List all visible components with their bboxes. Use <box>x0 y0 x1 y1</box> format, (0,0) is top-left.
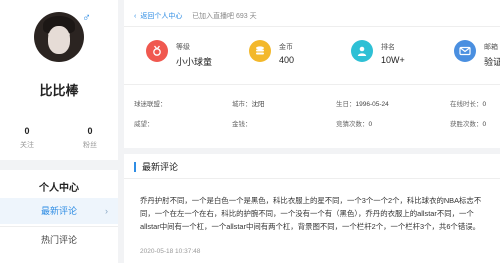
info-value: 1996-05-24 <box>355 101 389 108</box>
info-label: 城市： <box>232 101 252 108</box>
info-city: 城市：沈阳 <box>232 98 265 108</box>
follow-count: 0 <box>24 126 30 136</box>
info-value: 0 <box>482 101 487 108</box>
metric-value: 10W+ <box>381 55 405 65</box>
info-guess-count: 竞猜次数：0 <box>336 118 372 128</box>
metric-value: 验证 <box>484 57 500 67</box>
personal-center-menu: 个人中心 最新评论 › 热门评论 <box>0 170 118 263</box>
info-value: 0 <box>482 121 487 128</box>
info-label: 球迷联盟： <box>134 101 167 108</box>
chevron-left-icon: ‹ <box>134 13 137 20</box>
left-sidebar: ♂ 比比棒 0 关注 0 粉丝 个人中心 最新评论 › 热门评论 <box>0 0 118 263</box>
info-label: 获胜次数： <box>450 121 483 128</box>
joined-days: 已加入直播吧 693 天 <box>192 13 257 20</box>
coin-stack-icon <box>249 40 271 62</box>
divider <box>124 178 500 179</box>
info-label: 生日： <box>336 101 356 108</box>
info-value: 0 <box>368 121 373 128</box>
info-online-time: 在线时长：0 <box>450 98 486 108</box>
menu-title: 个人中心 <box>39 183 79 194</box>
metric-label: 排名 <box>381 44 395 51</box>
section-title: 最新评论 <box>134 162 178 172</box>
avatar-face <box>48 26 70 54</box>
divider <box>124 26 500 27</box>
metric-label: 金币 <box>279 44 293 51</box>
fans-stat[interactable]: 0 粉丝 <box>70 126 110 150</box>
mail-icon <box>454 40 476 62</box>
info-value: 沈阳 <box>251 101 265 108</box>
info-league: 球迷联盟： <box>134 98 167 108</box>
info-label: 竞猜次数： <box>336 121 369 128</box>
profile-overview-card: ‹ 返回个人中心 已加入直播吧 693 天 等级 小小球童 金币 400 排名 … <box>124 0 500 148</box>
follow-label: 关注 <box>20 142 34 149</box>
info-label: 威望： <box>134 121 154 128</box>
follow-stat[interactable]: 0 关注 <box>7 126 47 150</box>
fans-count: 0 <box>87 126 93 136</box>
medal-icon <box>146 40 168 62</box>
profile-card: ♂ 比比棒 0 关注 0 粉丝 <box>0 0 118 160</box>
comment-text[interactable]: 乔丹护肘不同，一个是白色一个是黑色，科比衣服上的星不同，一个3个一个2个，科比球… <box>140 194 490 233</box>
back-to-center-link[interactable]: ‹ 返回个人中心 <box>134 11 182 21</box>
info-birthday: 生日：1996-05-24 <box>336 98 389 108</box>
menu-item-hot-comments[interactable]: 热门评论 <box>0 226 118 252</box>
main-content: ‹ 返回个人中心 已加入直播吧 693 天 等级 小小球童 金币 400 排名 … <box>124 0 500 263</box>
menu-item-label: 热门评论 <box>40 235 77 245</box>
divider <box>124 84 500 85</box>
metric-label: 等级 <box>176 44 190 51</box>
user-rank-icon <box>351 40 373 62</box>
metric-value: 小小球童 <box>176 57 213 67</box>
info-label: 金钱： <box>232 121 252 128</box>
info-win-count: 获胜次数：0 <box>450 118 486 128</box>
latest-comments-card: 最新评论 乔丹护肘不同，一个是白色一个是黑色，科比衣服上的星不同，一个3个一个2… <box>124 154 500 263</box>
info-money: 金钱： <box>232 118 252 128</box>
chevron-right-icon: › <box>105 206 108 216</box>
menu-item-label: 最新评论 <box>40 206 77 216</box>
user-profile-page: ♂ 比比棒 0 关注 0 粉丝 个人中心 最新评论 › 热门评论 ‹ 返回个人中… <box>0 0 500 263</box>
avatar[interactable] <box>34 12 84 62</box>
info-label: 在线时长： <box>450 101 483 108</box>
info-prestige: 威望： <box>134 118 154 128</box>
comment-timestamp: 2020-05-18 10:37:48 <box>140 248 201 255</box>
username: 比比棒 <box>39 83 79 98</box>
back-label: 返回个人中心 <box>140 13 183 20</box>
metric-value: 400 <box>279 55 295 65</box>
menu-item-latest-comments[interactable]: 最新评论 › <box>0 198 118 224</box>
male-icon: ♂ <box>82 10 91 24</box>
metric-label: 邮箱 <box>484 44 498 51</box>
fans-label: 粉丝 <box>83 142 97 149</box>
